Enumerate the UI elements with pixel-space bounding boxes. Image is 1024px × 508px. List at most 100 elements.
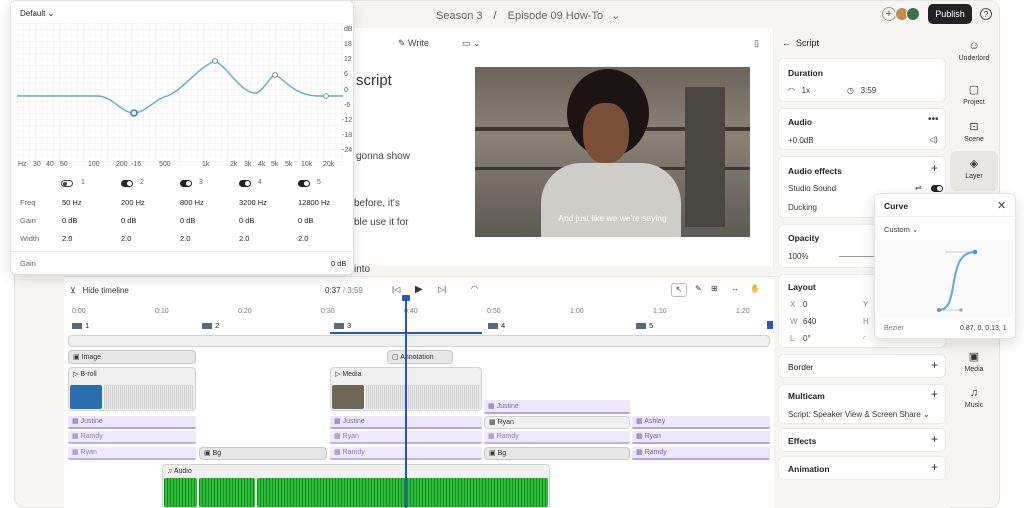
publish-button[interactable]: Publish	[928, 4, 972, 24]
rail-item-scene[interactable]: ⊡ Scene	[950, 120, 998, 143]
skip-back-icon[interactable]: |◁	[392, 285, 400, 294]
curve-point[interactable]	[972, 249, 978, 255]
eq-band-handle[interactable]	[130, 109, 138, 117]
curve-graph[interactable]	[879, 240, 1013, 318]
band-width[interactable]: 2.0	[121, 234, 131, 243]
scene-marker[interactable]: 1	[72, 321, 89, 330]
scene-marker[interactable]: 4	[488, 321, 505, 330]
rail-item-underlord[interactable]: ☺ Underlord	[950, 40, 998, 62]
write-button[interactable]: ✎ Write	[398, 38, 429, 49]
sliders-icon[interactable]: ⇌	[915, 183, 922, 192]
back-arrow-icon[interactable]: ←	[782, 38, 791, 48]
add-collaborator-button[interactable]: +	[882, 7, 896, 21]
speaker-clip[interactable]: ▦ Ramdy	[68, 431, 196, 444]
avatar[interactable]	[906, 7, 920, 21]
curve-point[interactable]	[937, 308, 941, 312]
audio-gain-value[interactable]: +0.0dB	[788, 136, 814, 145]
speaker-clip[interactable]: ▦ Justine	[484, 400, 630, 414]
multicam-dropdown[interactable]: Script: Speaker View & Screen Share ⌄	[788, 410, 930, 419]
band-1-toggle[interactable]	[61, 180, 73, 187]
band-freq[interactable]: 50 Hz	[62, 198, 82, 207]
band-width[interactable]: 2.0	[298, 234, 308, 243]
script-line[interactable]: before, it's	[354, 198, 400, 209]
band-2-toggle[interactable]	[121, 180, 133, 187]
image-clip[interactable]: ▣ Image	[68, 350, 196, 364]
speed-field[interactable]: ◠ 1x	[788, 86, 810, 95]
duration-field[interactable]: ◷ 3:59	[847, 86, 876, 95]
help-icon[interactable]: ?	[980, 8, 992, 20]
band-5-toggle[interactable]	[298, 180, 310, 187]
x-value[interactable]: 0	[803, 300, 807, 309]
trim-tool-icon[interactable]: ⊞	[711, 284, 718, 293]
rotation-value[interactable]: 0°	[803, 334, 811, 343]
add-effect-button[interactable]: +	[931, 432, 938, 446]
band-gain[interactable]: 0 dB	[121, 216, 136, 225]
band-3-toggle[interactable]	[180, 180, 192, 187]
bg-clip[interactable]: ▣ Bg	[199, 447, 327, 460]
band-gain[interactable]: 0 dB	[239, 216, 254, 225]
playhead[interactable]	[405, 298, 407, 508]
volume-icon[interactable]: ◁)	[929, 135, 938, 144]
scene-marker[interactable]: 3	[334, 321, 351, 330]
script-line[interactable]: into	[354, 264, 370, 275]
expand-icon[interactable]: ↔	[731, 284, 739, 293]
w-value[interactable]: 640	[803, 317, 816, 326]
band-gain[interactable]: 0 dB	[180, 216, 195, 225]
skip-forward-icon[interactable]: ▷|	[438, 285, 446, 294]
script-line[interactable]: ble use it for	[354, 217, 408, 228]
annotation-clip[interactable]: ▢ Annotation	[387, 350, 453, 364]
rail-item-music[interactable]: ♫ Music	[950, 387, 998, 409]
curve-values[interactable]: 0.87, 0, 0.13, 1	[960, 325, 1007, 332]
speaker-clip[interactable]: ▦ Ashley	[632, 416, 770, 429]
speaker-clip[interactable]: ▦ Ryan	[632, 431, 770, 444]
eq-band-handle[interactable]	[212, 58, 218, 64]
speaker-clip[interactable]: ▦ Ryan	[484, 416, 630, 429]
layout-dropdown[interactable]: ▭ ⌄	[462, 38, 481, 49]
scene-marker[interactable]: 5	[636, 321, 653, 330]
scene-marker[interactable]: 2	[202, 321, 219, 330]
eq-preset-dropdown[interactable]: Default ⌄	[20, 9, 54, 18]
band-freq[interactable]: 3200 Hz	[239, 198, 267, 207]
eq-graph[interactable]	[17, 23, 343, 163]
video-preview[interactable]: And just like we we're saying	[475, 67, 750, 237]
eq-band-handle[interactable]	[323, 93, 329, 99]
band-4-toggle[interactable]	[239, 180, 251, 187]
speaker-clip[interactable]: ▦ Justine	[68, 416, 196, 429]
playhead-handle[interactable]	[402, 295, 410, 301]
rail-item-project[interactable]: ▢ Project	[950, 83, 998, 106]
close-icon[interactable]: ✕	[997, 199, 1006, 212]
scene-track[interactable]	[68, 335, 770, 347]
script-line[interactable]: gonna show	[356, 151, 410, 162]
add-border-button[interactable]: +	[931, 358, 938, 372]
band-freq[interactable]: 200 Hz	[121, 198, 145, 207]
band-width[interactable]: 2.0	[239, 234, 249, 243]
band-gain[interactable]: 0 dB	[62, 216, 77, 225]
inspector-header[interactable]: ← Script	[782, 38, 819, 48]
pen-tool-icon[interactable]: ✎	[695, 284, 702, 293]
chevron-down-icon[interactable]: ⌄	[611, 10, 620, 22]
band-width[interactable]: 2.0	[180, 234, 190, 243]
eq-band-handle[interactable]	[272, 72, 278, 78]
hide-timeline-button[interactable]: ⊻ Hide timeline	[70, 286, 129, 295]
curve-handle[interactable]	[959, 308, 963, 312]
script-heading[interactable]: script	[356, 72, 392, 89]
rail-item-layer[interactable]: ◈ Layer	[950, 151, 998, 191]
more-icon[interactable]: •••	[928, 114, 939, 125]
opacity-slider[interactable]	[839, 256, 879, 257]
breadcrumb-episode[interactable]: Episode 09 How-To	[508, 10, 603, 22]
add-animation-button[interactable]: +	[931, 460, 938, 474]
add-audio-effect-button[interactable]: +	[931, 161, 938, 175]
play-icon[interactable]: ▶	[415, 284, 423, 295]
select-tool-icon[interactable]: ↖	[671, 283, 687, 297]
band-freq[interactable]: 12800 Hz	[298, 198, 330, 207]
speaker-clip[interactable]: ▦ Ramdy	[632, 447, 770, 460]
rail-item-media[interactable]: ▣ Media	[950, 350, 998, 373]
loop-icon[interactable]: ◠	[471, 284, 478, 293]
panel-toggle-icon[interactable]: ▯	[754, 38, 759, 49]
add-multicam-button[interactable]: +	[931, 387, 938, 401]
studio-sound-toggle[interactable]	[931, 185, 943, 192]
hand-tool-icon[interactable]: ✋	[750, 284, 760, 293]
master-gain-value[interactable]: 0 dB	[331, 259, 346, 268]
band-freq[interactable]: 800 Hz	[180, 198, 204, 207]
speaker-clip[interactable]: ▦ Ramdy	[484, 431, 630, 444]
